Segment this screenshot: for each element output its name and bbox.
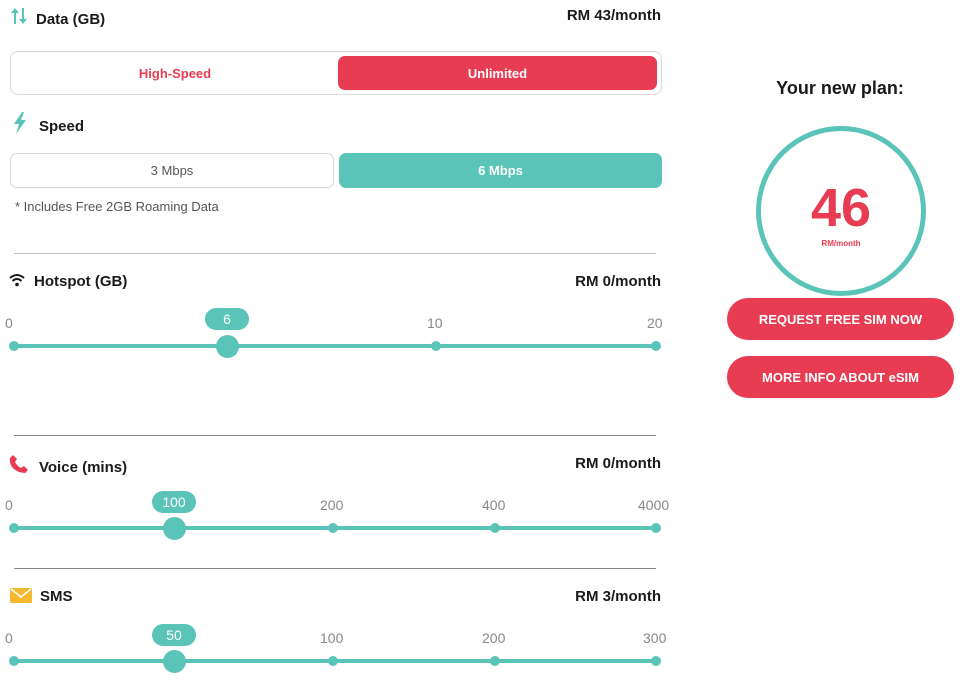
voice-tick-400: 400 [482, 497, 506, 513]
voice-tick-dot [490, 523, 500, 533]
voice-title: Voice (mins) [39, 459, 128, 476]
sms-tick-dot [490, 656, 500, 666]
voice-tick-200: 200 [320, 497, 344, 513]
speed-title: Speed [39, 118, 85, 135]
divider [14, 568, 656, 569]
sms-tick-100: 100 [320, 630, 344, 646]
plan-price-circle: 46 RM/month [756, 126, 926, 296]
data-price: RM 43/month [566, 7, 661, 24]
sms-tick-300: 300 [643, 630, 667, 646]
data-option-high-speed[interactable]: High-Speed [15, 56, 335, 90]
voice-tick-4000: 4000 [638, 497, 670, 513]
hotspot-tick-dot [651, 341, 661, 351]
hotspot-tick-mid: 10 [427, 315, 443, 331]
voice-tick-dot [651, 523, 661, 533]
sms-slider-thumb[interactable] [163, 650, 186, 673]
speed-option-6mbps[interactable]: 6 Mbps [339, 153, 662, 188]
hotspot-slider-track[interactable] [14, 344, 656, 348]
divider [14, 435, 656, 436]
sms-tick-dot [328, 656, 338, 666]
hotspot-tick-max: 20 [647, 315, 663, 331]
envelope-icon [10, 588, 32, 603]
data-toggle: High-Speed Unlimited [10, 51, 662, 95]
data-option-unlimited[interactable]: Unlimited [338, 56, 657, 90]
lightning-icon [14, 112, 26, 134]
hotspot-tick-dot [431, 341, 441, 351]
plan-price-unit: RM/month [821, 238, 861, 248]
sms-tick-200: 200 [482, 630, 506, 646]
voice-tick-0: 0 [5, 497, 13, 513]
sms-tick-dot [651, 656, 661, 666]
voice-price: RM 0/month [575, 455, 661, 472]
hotspot-tick-dot [9, 341, 19, 351]
data-title: Data (GB) [36, 11, 106, 28]
voice-tick-dot [9, 523, 19, 533]
sms-tick-0: 0 [5, 630, 13, 646]
sms-price: RM 3/month [575, 588, 661, 605]
phone-icon [9, 455, 28, 473]
hotspot-slider-thumb[interactable] [216, 335, 239, 358]
hotspot-title: Hotspot (GB) [34, 273, 128, 290]
plan-heading: Your new plan: [776, 78, 904, 98]
data-transfer-icon [11, 8, 27, 24]
divider [14, 253, 656, 254]
sms-title: SMS [40, 588, 73, 605]
sms-value-bubble: 50 [152, 624, 196, 646]
request-free-sim-button[interactable]: REQUEST FREE SIM NOW [727, 298, 954, 340]
speed-option-3mbps[interactable]: 3 Mbps [10, 153, 334, 188]
voice-slider-thumb[interactable] [163, 517, 186, 540]
plan-price-amount: 46 [810, 177, 872, 238]
hotspot-price: RM 0/month [575, 273, 661, 290]
roaming-note: * Includes Free 2GB Roaming Data [15, 199, 219, 214]
voice-tick-dot [328, 523, 338, 533]
hotspot-tick-min: 0 [5, 315, 13, 331]
voice-value-bubble: 100 [152, 491, 196, 513]
more-info-esim-button[interactable]: MORE INFO ABOUT eSIM [727, 356, 954, 398]
wifi-icon [9, 274, 25, 287]
sms-tick-dot [9, 656, 19, 666]
hotspot-value-bubble: 6 [205, 308, 249, 330]
